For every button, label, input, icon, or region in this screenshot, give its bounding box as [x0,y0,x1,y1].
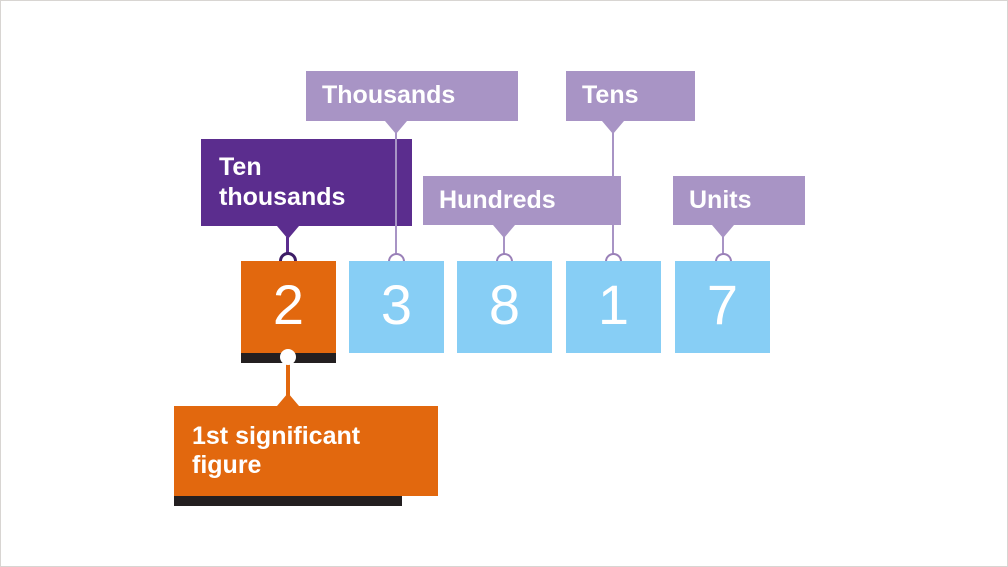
connector-line-thousands [395,132,397,257]
digit-value-hundreds: 8 [488,273,521,336]
digit-cell-tens[interactable]: 1 [566,261,661,353]
digit-cell-hundreds[interactable]: 8 [457,261,552,353]
callout-thousands: Thousands [306,71,518,121]
digit-cell-units[interactable]: 7 [675,261,770,353]
callout-significant-figure-label: 1st significant figure [192,421,361,480]
digit-value-units: 7 [706,273,739,336]
digit-value-thousands: 3 [380,273,413,336]
digit-value-ten-thousands: 2 [272,273,305,336]
callout-hundreds: Hundreds [423,176,621,225]
callout-tens-label: Tens [582,81,639,110]
callout-hundreds-label: Hundreds [439,185,556,214]
connector-line-tens [612,132,614,257]
callout-ten-thousands: Ten thousands [201,139,412,226]
callout-significant-figure-tail [277,393,299,406]
callout-significant-figure: 1st significant figure [174,406,438,496]
callout-tens: Tens [566,71,695,121]
connector-dot-significant-figure [280,349,296,365]
digit-value-tens: 1 [597,273,630,336]
callout-ten-thousands-label: Ten thousands [219,153,346,211]
digit-cell-ten-thousands[interactable]: 2 [241,261,336,353]
diagram-canvas: Thousands Tens Ten thousands Hundreds Un… [0,0,1008,567]
callout-thousands-label: Thousands [322,81,456,110]
callout-units-label: Units [689,185,752,214]
callout-units: Units [673,176,805,225]
callout-significant-figure-underline [174,496,402,506]
digit-cell-thousands[interactable]: 3 [349,261,444,353]
